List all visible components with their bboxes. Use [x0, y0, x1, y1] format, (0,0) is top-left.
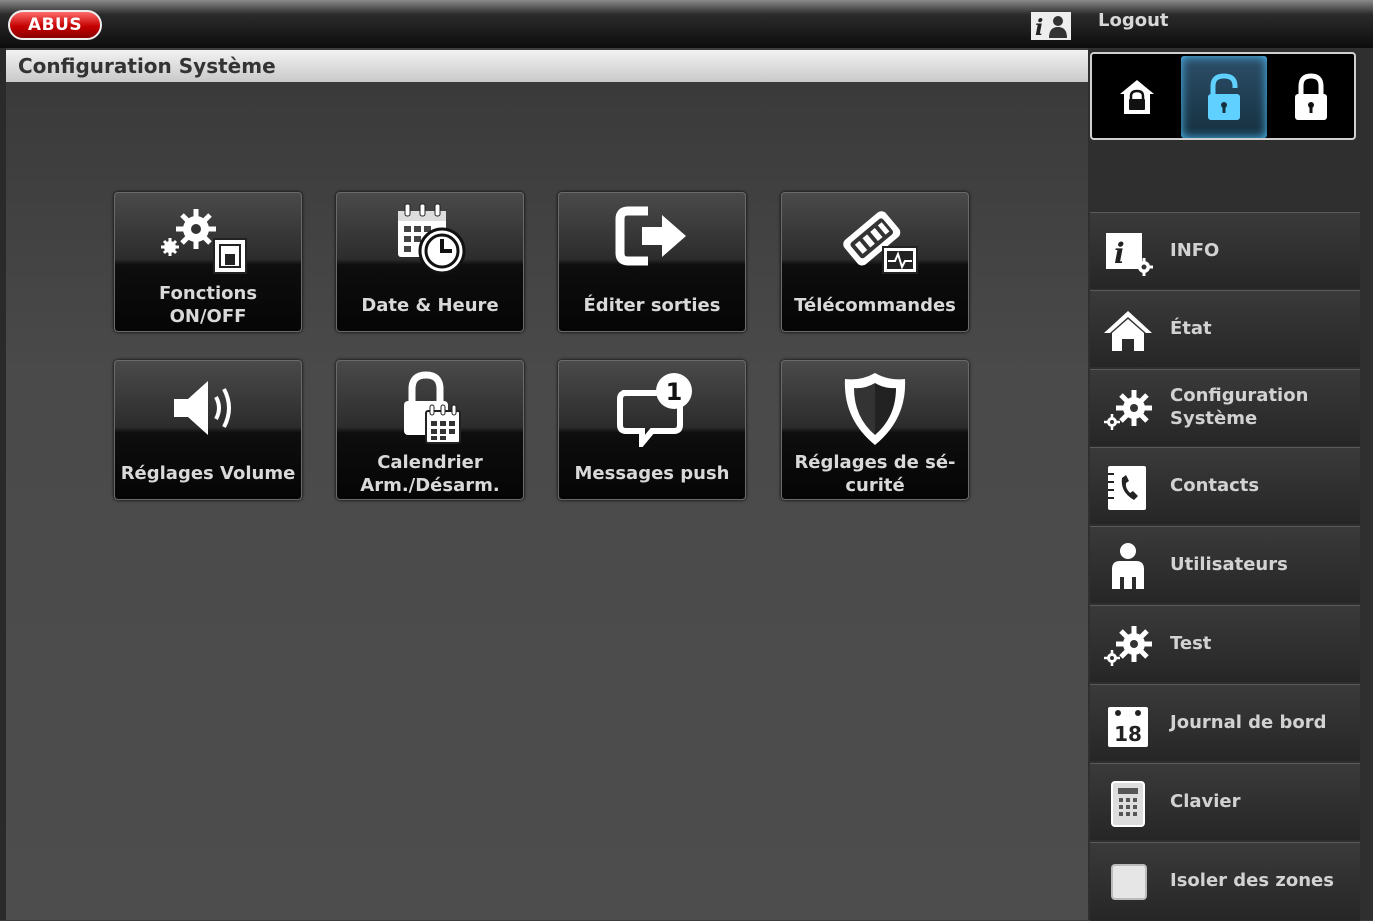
- message-bubble-icon: 1: [617, 373, 692, 447]
- nav-item-configuration-systeme[interactable]: Configuration Système: [1090, 369, 1360, 446]
- tile-telecommandes[interactable]: Télécommandes: [781, 192, 969, 332]
- tile-calendrier-arm-desarm[interactable]: Calendrier Arm./Désarm.: [336, 360, 524, 500]
- info-user-icon[interactable]: i: [1030, 10, 1072, 42]
- calendar-clock-icon: [398, 203, 466, 275]
- abus-logo: ABUS: [8, 10, 102, 40]
- info-gear-icon: i: [1106, 233, 1153, 276]
- tile-editer-sorties[interactable]: Éditer sorties: [558, 192, 746, 332]
- tile-reglages-volume[interactable]: Réglages Volume: [114, 360, 302, 500]
- tile-label: Télécommandes: [794, 295, 956, 316]
- gears-switch-icon: [161, 209, 247, 274]
- nav-label-line1: Configuration: [1170, 385, 1309, 406]
- nav-item-journal-de-bord[interactable]: 18 Journal de bord: [1090, 684, 1360, 761]
- tile-fonctions-on-off[interactable]: Fonctions ON/OFF: [114, 192, 302, 332]
- nav-item-isoler-des-zones[interactable]: Isoler des zones: [1090, 842, 1360, 921]
- zone-square-icon: [1111, 864, 1147, 900]
- message-badge: 1: [666, 378, 683, 406]
- tile-label-line1: Calendrier: [377, 452, 483, 473]
- nav-label-line2: Système: [1170, 408, 1258, 429]
- tile-label: Date & Heure: [361, 295, 499, 316]
- svg-text:i: i: [1035, 15, 1043, 41]
- calendar-18-icon: 18: [1108, 707, 1148, 747]
- arm-button[interactable]: [1268, 56, 1354, 138]
- gears-test-icon: [1104, 626, 1152, 666]
- speaker-icon: [174, 381, 231, 435]
- tile-reglages-securite[interactable]: Réglages de sé- curité: [781, 360, 969, 500]
- nav-item-test[interactable]: Test: [1090, 605, 1360, 682]
- tile-label-line2: curité: [845, 475, 905, 496]
- nav-item-utilisateurs[interactable]: Utilisateurs: [1090, 526, 1360, 603]
- page-title: Configuration Système: [18, 54, 276, 78]
- exit-arrow-icon: [615, 206, 686, 266]
- arm-mode-selector: [1090, 52, 1356, 140]
- svg-text:i: i: [1114, 237, 1125, 270]
- tile-messages-push[interactable]: 1 Messages push: [558, 360, 746, 500]
- tile-label-line1: Fonctions: [158, 283, 258, 304]
- lock-calendar-icon: [404, 371, 461, 444]
- nav-label: Contacts: [1170, 475, 1260, 496]
- tile-label: Messages push: [574, 463, 730, 484]
- disarm-button[interactable]: [1181, 56, 1267, 138]
- gears-icon: [1104, 390, 1152, 430]
- nav-item-info[interactable]: i INFO: [1090, 212, 1360, 289]
- nav-label: Isoler des zones: [1170, 870, 1334, 891]
- tile-label-line2: ON/OFF: [169, 306, 247, 327]
- nav-label: Clavier: [1170, 791, 1241, 812]
- house-icon: [1104, 311, 1152, 351]
- nav-label: INFO: [1170, 240, 1220, 261]
- logout-button[interactable]: Logout: [1098, 10, 1169, 31]
- nav-label: Journal de bord: [1170, 712, 1327, 733]
- shield-icon: [844, 373, 906, 445]
- nav-label: Test: [1170, 633, 1212, 654]
- tile-date-heure[interactable]: Date & Heure: [336, 192, 524, 332]
- phone-book-icon: [1108, 466, 1146, 510]
- calendar-day-number: 18: [1114, 722, 1142, 746]
- locked-icon: [1295, 73, 1327, 120]
- home-lock-icon: [1120, 80, 1154, 114]
- nav-item-contacts[interactable]: Contacts: [1090, 447, 1360, 524]
- tile-label: Réglages Volume: [120, 463, 296, 484]
- tile-label: Éditer sorties: [583, 295, 721, 316]
- nav-item-clavier[interactable]: Clavier: [1090, 763, 1360, 840]
- nav-label: Utilisateurs: [1170, 554, 1288, 575]
- nav-item-etat[interactable]: État: [1090, 290, 1360, 367]
- unlocked-icon: [1208, 73, 1240, 120]
- remote-control-icon: [843, 211, 918, 274]
- home-arm-button[interactable]: [1094, 56, 1180, 138]
- user-icon: [1112, 543, 1144, 589]
- tile-label-line2: Arm./Désarm.: [360, 475, 500, 496]
- tile-label-line1: Réglages de sé-: [794, 452, 956, 473]
- nav-label: État: [1170, 318, 1212, 339]
- keypad-icon: [1111, 781, 1145, 827]
